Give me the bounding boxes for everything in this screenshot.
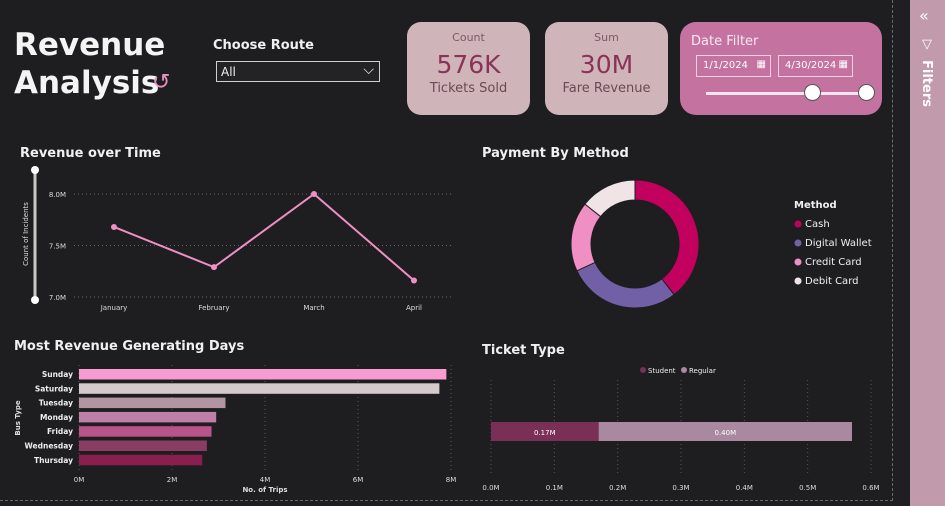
x-tick-label: January [100, 304, 128, 312]
y-tick-label: Wednesday [25, 442, 74, 451]
x-tick-label: February [198, 304, 229, 312]
x-tick-label: 0.4M [736, 484, 753, 492]
donut-chart-title: Payment By Method [482, 146, 629, 161]
y-slider-bottom-handle [31, 296, 39, 304]
page-title: Revenue Analysis [14, 27, 166, 101]
payment-donut-chart: Method Cash Digital Wallet Credit Card Debit… [570, 179, 872, 309]
range-start-handle[interactable] [803, 84, 821, 101]
donut-slice-credit-card [570, 203, 602, 272]
donut-slice-cash [634, 179, 700, 296]
x-tick-label: 0.5M [799, 484, 816, 492]
legend-swatch [794, 239, 802, 247]
x-tick-label: 0.2M [609, 484, 626, 492]
end-date-input[interactable]: 4/30/2024 ▦ [778, 55, 853, 77]
y-tick-label: Monday [40, 413, 73, 422]
filters-pane[interactable]: « ▽ Filters [910, 0, 945, 506]
x-tick-label: 6M [353, 476, 364, 484]
report-canvas: Revenue Analysis ↺ Choose Route All ⌵ Co… [0, 0, 893, 501]
range-end-handle[interactable] [858, 84, 875, 101]
legend-item: Debit Card [805, 276, 858, 287]
legend-swatch [640, 367, 646, 373]
bar-friday [79, 426, 212, 437]
data-label: 0.40M [715, 429, 737, 437]
line-point [211, 264, 217, 271]
back-arrow-icon[interactable]: ↺ [152, 70, 170, 95]
legend-item: Digital Wallet [805, 238, 872, 249]
y-tick-label: Sunday [42, 370, 73, 379]
line-point [411, 277, 417, 284]
y-tick-label: Friday [47, 427, 73, 436]
line-chart-title: Revenue over Time [20, 146, 161, 161]
x-tick-label: 2M [167, 476, 178, 484]
date-filter-slicer: Date Filter 1/1/2024 ▦ 4/30/2024 ▦ [680, 22, 882, 115]
line-point [311, 191, 317, 197]
bar-tuesday [79, 397, 226, 409]
x-tick-label: 0.1M [546, 484, 563, 492]
revenue-line [113, 192, 415, 282]
collapse-chevron-icon[interactable]: « [919, 6, 929, 25]
calendar-icon: ▦ [838, 59, 848, 70]
x-tick-label: March [303, 304, 324, 312]
legend-item: Cash [805, 219, 830, 230]
start-date-input[interactable]: 1/1/2024 ▦ [696, 55, 771, 77]
legend-item: Regular [689, 367, 716, 375]
date-filter-label: Date Filter [691, 34, 759, 49]
y-tick-label: 7.5M [49, 243, 66, 251]
x-tick-label: 0M [74, 476, 85, 484]
tickets-sold-value: 576K [436, 50, 501, 79]
route-filter-label: Choose Route [213, 38, 314, 53]
bar-sunday [79, 369, 447, 380]
legend-swatch [794, 258, 802, 266]
y-slider-top-handle [31, 166, 39, 174]
x-tick-label: 4M [260, 476, 271, 484]
line-point [111, 223, 117, 230]
bar-thursday [79, 454, 203, 466]
ticket-type-chart: Student Regular 0.0M 0.1M 0.2M 0.3M 0.4M 0.5M 0.… [482, 367, 880, 492]
bar-monday [79, 411, 217, 423]
legend-swatch [794, 277, 802, 285]
x-tick-label: 0.6M [862, 484, 879, 492]
ticket-chart-title: Ticket Type [482, 343, 565, 358]
y-tick-label: Tuesday [39, 399, 73, 408]
y-tick-label: Thursday [34, 456, 73, 465]
filter-funnel-icon: ▽ [922, 37, 932, 52]
legend-swatch [794, 220, 802, 228]
tickets-sold-card: Count 576K Tickets Sold [407, 22, 530, 115]
x-tick-label: 0.3M [672, 484, 689, 492]
legend-item: Student [648, 367, 676, 375]
bar-saturday [79, 383, 440, 394]
chevron-down-icon: ⌵ [363, 62, 374, 78]
x-axis-label: No. of Trips [242, 486, 287, 494]
y-tick-label: Saturday [35, 384, 73, 393]
x-tick-label: April [406, 304, 422, 312]
fare-revenue-card: Sum 30M Fare Revenue [545, 22, 668, 115]
filters-pane-label: Filters [919, 60, 934, 107]
y-tick-label: 8.0M [49, 191, 66, 199]
days-bar-chart: 0M 2M 4M 6M 8M Sunday Saturday Tuesday Monday Fri… [14, 365, 457, 494]
bar-wednesday [79, 440, 207, 451]
calendar-icon: ▦ [756, 59, 766, 70]
y-axis-label: Bus Type [14, 400, 22, 435]
legend-item: Credit Card [805, 257, 862, 268]
route-dropdown-value: All [221, 65, 236, 79]
x-tick-label: 0.0M [482, 484, 499, 492]
revenue-line-chart: Count of Incidents 7.0M 7.5M 8.0M January Feb… [22, 166, 454, 312]
date-range-track[interactable] [706, 92, 866, 95]
donut-slice-digital-wallet [576, 261, 675, 309]
route-dropdown[interactable]: All ⌵ [216, 61, 380, 82]
x-tick-label: 8M [446, 476, 457, 484]
legend-title: Method [794, 200, 837, 211]
legend-swatch [681, 367, 687, 373]
bar-chart-title: Most Revenue Generating Days [14, 339, 245, 354]
y-tick-label: 7.0M [49, 294, 66, 302]
data-label: 0.17M [534, 429, 556, 437]
fare-revenue-value: 30M [579, 50, 634, 79]
y-axis-label: Count of Incidents [22, 202, 30, 266]
